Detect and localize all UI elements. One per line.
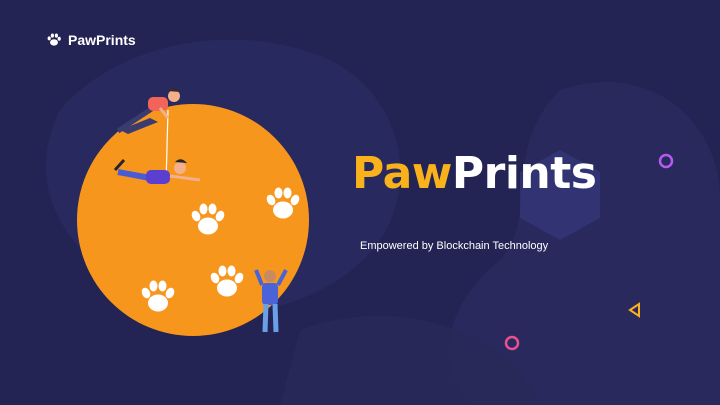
hero-tagline: Empowered by Blockchain Technology [360, 240, 549, 252]
slide: PawPrints PawPrints Empowered by Blockch… [0, 0, 720, 405]
hero-illustration [77, 88, 309, 336]
hero-title-rest: Prints [451, 148, 597, 199]
hero-title: PawPrints [352, 148, 597, 199]
hero-title-accent: Paw [352, 148, 452, 199]
